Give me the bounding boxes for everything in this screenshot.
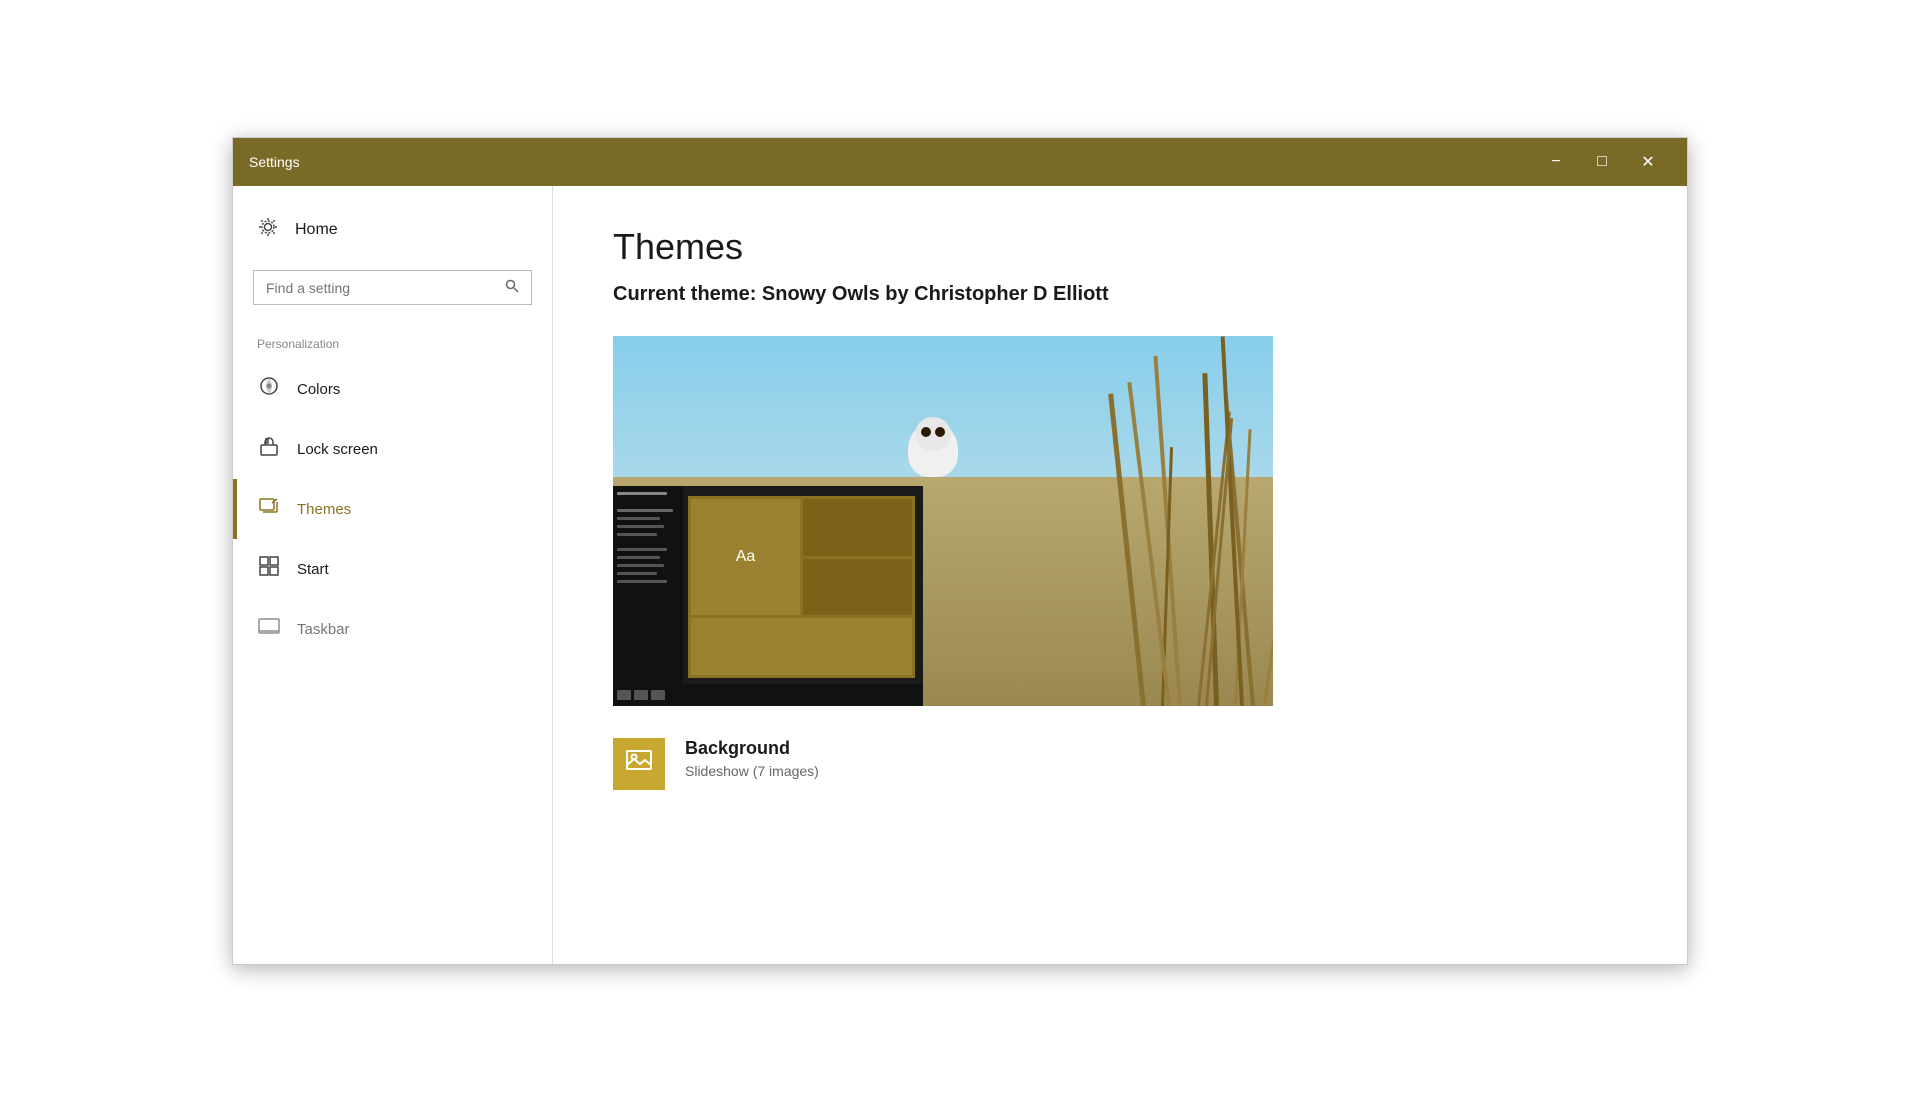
start-icon <box>257 555 281 583</box>
background-info: Background Slideshow (7 images) <box>685 738 819 779</box>
window-controls: − □ ✕ <box>1533 146 1671 178</box>
preview-aa: Aa <box>691 499 800 615</box>
colors-label: Colors <box>297 381 340 398</box>
lock-screen-icon <box>257 435 281 463</box>
taskbar-label: Taskbar <box>297 621 350 638</box>
desktop-preview: Aa <box>613 486 923 706</box>
current-theme-label: Current theme: Snowy Owls by Christopher… <box>613 280 1627 308</box>
grass-area <box>910 336 1273 706</box>
home-label: Home <box>295 221 338 239</box>
sidebar-item-themes[interactable]: Themes <box>233 479 552 539</box>
close-button[interactable]: ✕ <box>1625 146 1671 178</box>
search-input[interactable] <box>266 280 505 296</box>
search-box[interactable] <box>253 270 532 305</box>
background-icon <box>613 738 665 790</box>
gear-icon <box>257 216 279 244</box>
preview-taskbar <box>613 684 923 706</box>
taskbar-icon <box>257 615 281 643</box>
preview-grid: Aa <box>688 496 915 678</box>
background-subtitle: Slideshow (7 images) <box>685 763 819 779</box>
owl <box>903 417 963 477</box>
page-title: Themes <box>613 226 1627 268</box>
background-section[interactable]: Background Slideshow (7 images) <box>613 738 1627 790</box>
settings-window: Settings − □ ✕ Home <box>232 137 1688 965</box>
background-title: Background <box>685 738 819 759</box>
personalization-section-label: Personalization <box>233 325 552 359</box>
sidebar-item-home[interactable]: Home <box>233 202 552 258</box>
main-content: Themes Current theme: Snowy Owls by Chri… <box>553 186 1687 964</box>
minimize-button[interactable]: − <box>1533 146 1579 178</box>
themes-icon <box>257 495 281 523</box>
maximize-button[interactable]: □ <box>1579 146 1625 178</box>
themes-label: Themes <box>297 501 351 518</box>
sidebar-item-colors[interactable]: Colors <box>233 359 552 419</box>
image-icon <box>625 747 653 782</box>
sidebar-item-lock-screen[interactable]: Lock screen <box>233 419 552 479</box>
sidebar: Home Personalization <box>233 186 553 964</box>
content-area: Home Personalization <box>233 186 1687 964</box>
preview-sidebar <box>613 486 683 684</box>
theme-preview: Aa <box>613 336 1273 706</box>
sidebar-item-taskbar[interactable]: Taskbar <box>233 599 552 659</box>
colors-icon <box>257 375 281 403</box>
lock-screen-label: Lock screen <box>297 441 378 458</box>
search-button[interactable] <box>505 279 519 296</box>
window-title: Settings <box>249 154 300 170</box>
start-label: Start <box>297 561 329 578</box>
titlebar: Settings − □ ✕ <box>233 138 1687 186</box>
sidebar-item-start[interactable]: Start <box>233 539 552 599</box>
